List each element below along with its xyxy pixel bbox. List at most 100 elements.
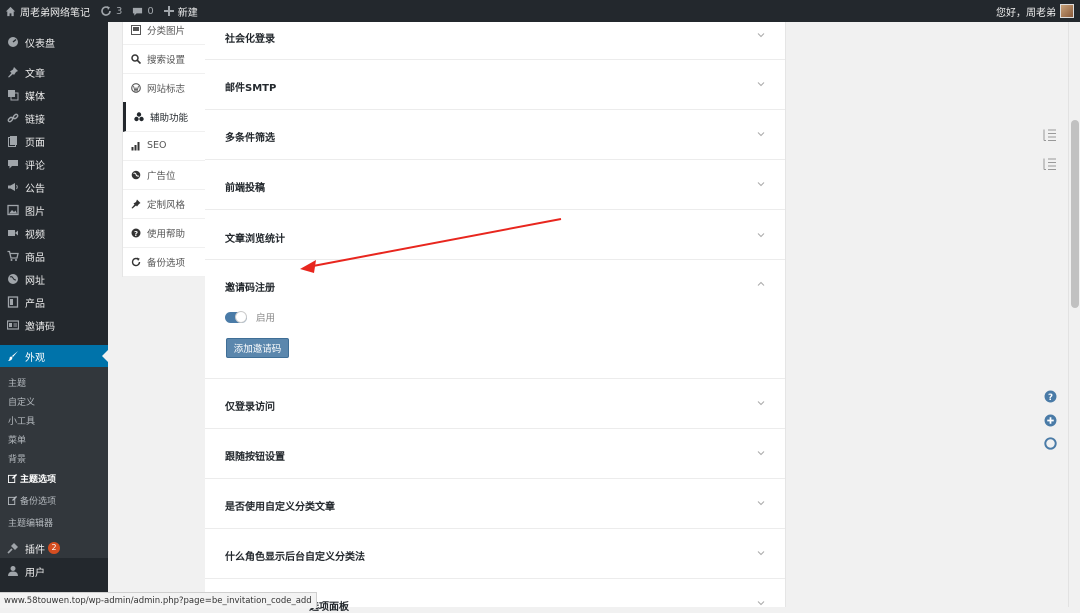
site-name-link[interactable]: 周老弟网络笔记 [0,0,95,22]
list-toc-icon[interactable] [1043,157,1057,171]
id-card-icon [6,319,19,332]
tab-custom-style[interactable]: 定制风格 [123,189,205,219]
menu-sites-label: 网址 [25,275,45,287]
page-scrollbar[interactable] [1068,22,1080,607]
submenu-background[interactable]: 背景 [8,450,26,466]
section-role-taxonomy[interactable]: 什么角色显示后台自定义分类法 [205,528,785,579]
submenu-widgets[interactable]: 小工具 [8,412,35,428]
menu-media[interactable]: 媒体 [0,85,108,105]
my-account[interactable]: 您好，周老弟 [996,0,1074,22]
section-multi-filter[interactable]: 多条件筛选 [205,109,785,160]
tab-label: 搜索设置 [147,54,186,66]
section-title: 什么角色显示后台自定义分类法 [225,552,365,563]
section-title: 前端投稿 [225,183,265,194]
menu-links[interactable]: 链接 [0,108,108,128]
question-icon: ? [131,228,142,238]
tab-label: 辅助功能 [150,112,189,124]
section-title: 跟随按钮设置 [225,452,285,463]
comment-icon [6,158,19,171]
menu-plugins[interactable]: 插件 2 [0,538,108,558]
edit-icon [8,473,17,483]
chevron-down-icon [757,501,765,506]
chevron-down-icon [757,82,765,87]
section-login-only[interactable]: 仅登录访问 [205,378,785,429]
tab-site-logo[interactable]: 网站标志 [123,73,205,103]
enable-toggle[interactable] [225,311,247,323]
search-icon [131,53,142,64]
menu-pages[interactable]: 页面 [0,131,108,151]
submenu-themes-label: 主题 [8,378,27,389]
tab-accessibility[interactable]: 辅助功能 [123,102,205,132]
scrollbar-thumb[interactable] [1071,120,1079,308]
submenu-theme-options[interactable]: 主题选项 [8,470,56,486]
menu-dashboard[interactable]: 仪表盘 [0,32,108,52]
menu-videos[interactable]: 视频 [0,223,108,243]
tab-ad-slots[interactable]: 广告位 [123,160,205,190]
menu-pictures[interactable]: 图片 [0,200,108,220]
submenu-background-label: 背景 [8,454,27,465]
help-circle-icon[interactable]: ? [1044,390,1057,403]
avatar [1060,4,1074,18]
section-custom-taxonomy[interactable]: 是否使用自定义分类文章 [205,478,785,529]
circle-outline-icon[interactable] [1044,437,1057,450]
tab-help[interactable]: ? 使用帮助 [123,218,205,248]
add-invite-code-label: 添加邀请码 [233,344,282,355]
submenu-customize-label: 自定义 [8,397,36,408]
section-view-stats[interactable]: 文章浏览统计 [205,209,785,260]
chevron-down-icon [757,182,765,187]
globe-icon [6,273,19,286]
chevron-up-icon [757,281,765,286]
submenu-menus[interactable]: 菜单 [8,431,26,447]
updates-link[interactable]: 3 [95,0,127,22]
add-invite-code-button[interactable]: 添加邀请码 [226,338,289,358]
chevron-down-icon [757,33,765,38]
menu-products-label: 产品 [25,298,45,310]
menu-goods[interactable]: 商品 [0,246,108,266]
list-toc-icon[interactable] [1043,128,1057,142]
add-circle-icon[interactable] [1044,414,1057,427]
plugins-update-badge: 2 [48,542,60,554]
wordpress-icon [131,82,142,93]
submenu-theme-editor[interactable]: 主题编辑器 [8,514,53,530]
cart-icon [6,250,19,263]
section-invite-register[interactable]: 邀请码注册 启用 添加邀请码 [205,259,785,379]
tab-search-settings[interactable]: 搜索设置 [123,44,205,74]
menu-users[interactable]: 用户 [0,561,108,581]
new-content-link[interactable]: 新建 [159,0,203,22]
menu-appearance-label: 外观 [25,352,45,364]
menu-sites[interactable]: 网址 [0,269,108,289]
menu-posts-label: 文章 [25,68,45,80]
comments-link[interactable]: 0 [127,0,158,22]
image-icon [131,24,142,35]
submenu-themes[interactable]: 主题 [8,374,26,390]
chevron-down-icon [757,451,765,456]
section-title: 社会化登录 [225,34,275,45]
submenu-backup-options[interactable]: 备份选项 [8,492,56,508]
section-frontend-post[interactable]: 前端投稿 [205,159,785,210]
section-title: 多条件筛选 [225,133,275,144]
tab-backup-options[interactable]: 备份选项 [123,247,205,277]
section-social-login[interactable]: 社会化登录 [205,22,785,60]
tab-label: 定制风格 [147,199,186,211]
menu-invite-code-label: 邀请码 [25,321,55,333]
menu-appearance[interactable]: 外观 [0,345,108,367]
menu-comments[interactable]: 评论 [0,154,108,174]
section-title: 邀请码注册 [225,283,275,294]
tab-label: 广告位 [147,170,176,182]
site-name: 周老弟网络笔记 [20,7,90,19]
menu-notice-label: 公告 [25,183,45,195]
menu-invite-code[interactable]: 邀请码 [0,315,108,335]
menu-posts[interactable]: 文章 [0,62,108,82]
menu-notice[interactable]: 公告 [0,177,108,197]
menu-users-label: 用户 [25,567,45,579]
tab-seo[interactable]: SEO [123,131,205,161]
section-title: 邮件SMTP [225,83,277,94]
section-title: 文章浏览统计 [225,234,285,245]
submenu-customize[interactable]: 自定义 [8,393,35,409]
section-follow-button[interactable]: 跟随按钮设置 [205,428,785,479]
section-smtp[interactable]: 邮件SMTP [205,59,785,110]
media-icon [6,89,19,102]
menu-products[interactable]: 产品 [0,292,108,312]
tab-label: 使用帮助 [147,228,186,240]
menu-videos-label: 视频 [25,229,45,241]
